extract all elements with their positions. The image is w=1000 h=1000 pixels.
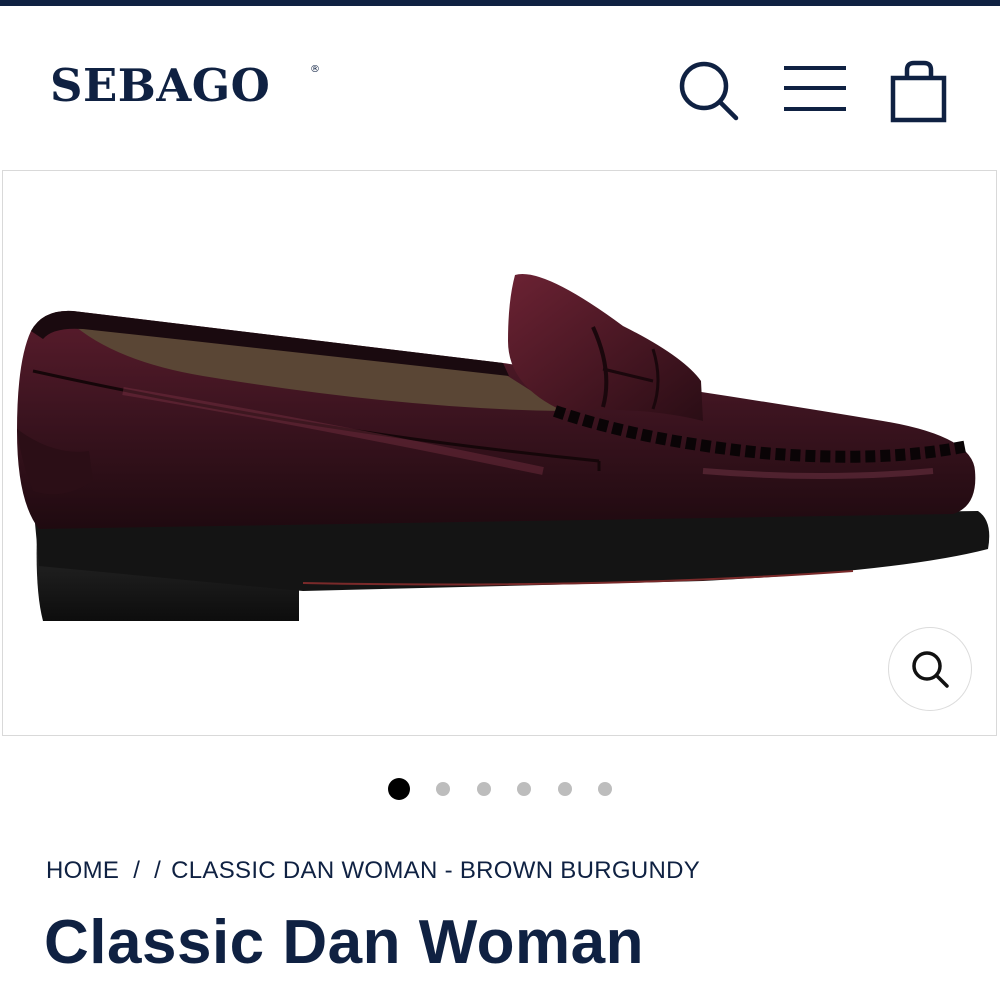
breadcrumb: HOME / / CLASSIC DAN WOMAN - BROWN BURGU… — [46, 855, 700, 887]
site-header: SEBAGO ® — [0, 6, 1000, 170]
gallery-dot-2[interactable] — [436, 782, 450, 796]
search-button[interactable] — [676, 58, 742, 124]
shopping-bag-icon — [890, 60, 947, 123]
cart-button[interactable] — [886, 58, 952, 128]
breadcrumb-home-link[interactable]: HOME — [46, 857, 119, 885]
zoom-button[interactable] — [888, 627, 972, 711]
menu-button[interactable] — [782, 62, 848, 122]
gallery-dot-1[interactable] — [388, 778, 410, 800]
search-icon — [679, 61, 739, 121]
sebago-logo[interactable]: SEBAGO — [50, 56, 270, 116]
gallery-dot-6[interactable] — [598, 782, 612, 796]
zoom-icon — [912, 651, 949, 688]
breadcrumb-current: CLASSIC DAN WOMAN - BROWN BURGUNDY — [171, 857, 701, 884]
gallery-dot-4[interactable] — [517, 782, 531, 796]
product-image — [17, 274, 990, 621]
gallery-dot-5[interactable] — [558, 782, 572, 796]
menu-icon — [784, 66, 846, 111]
registered-mark: ® — [310, 64, 320, 75]
breadcrumb-separator: / — [154, 857, 162, 884]
product-image-gallery[interactable] — [2, 170, 997, 736]
product-title: Classic Dan Woman — [44, 908, 644, 977]
breadcrumb-separator: / — [133, 857, 141, 884]
gallery-pagination — [0, 776, 1000, 800]
gallery-dot-3[interactable] — [477, 782, 491, 796]
